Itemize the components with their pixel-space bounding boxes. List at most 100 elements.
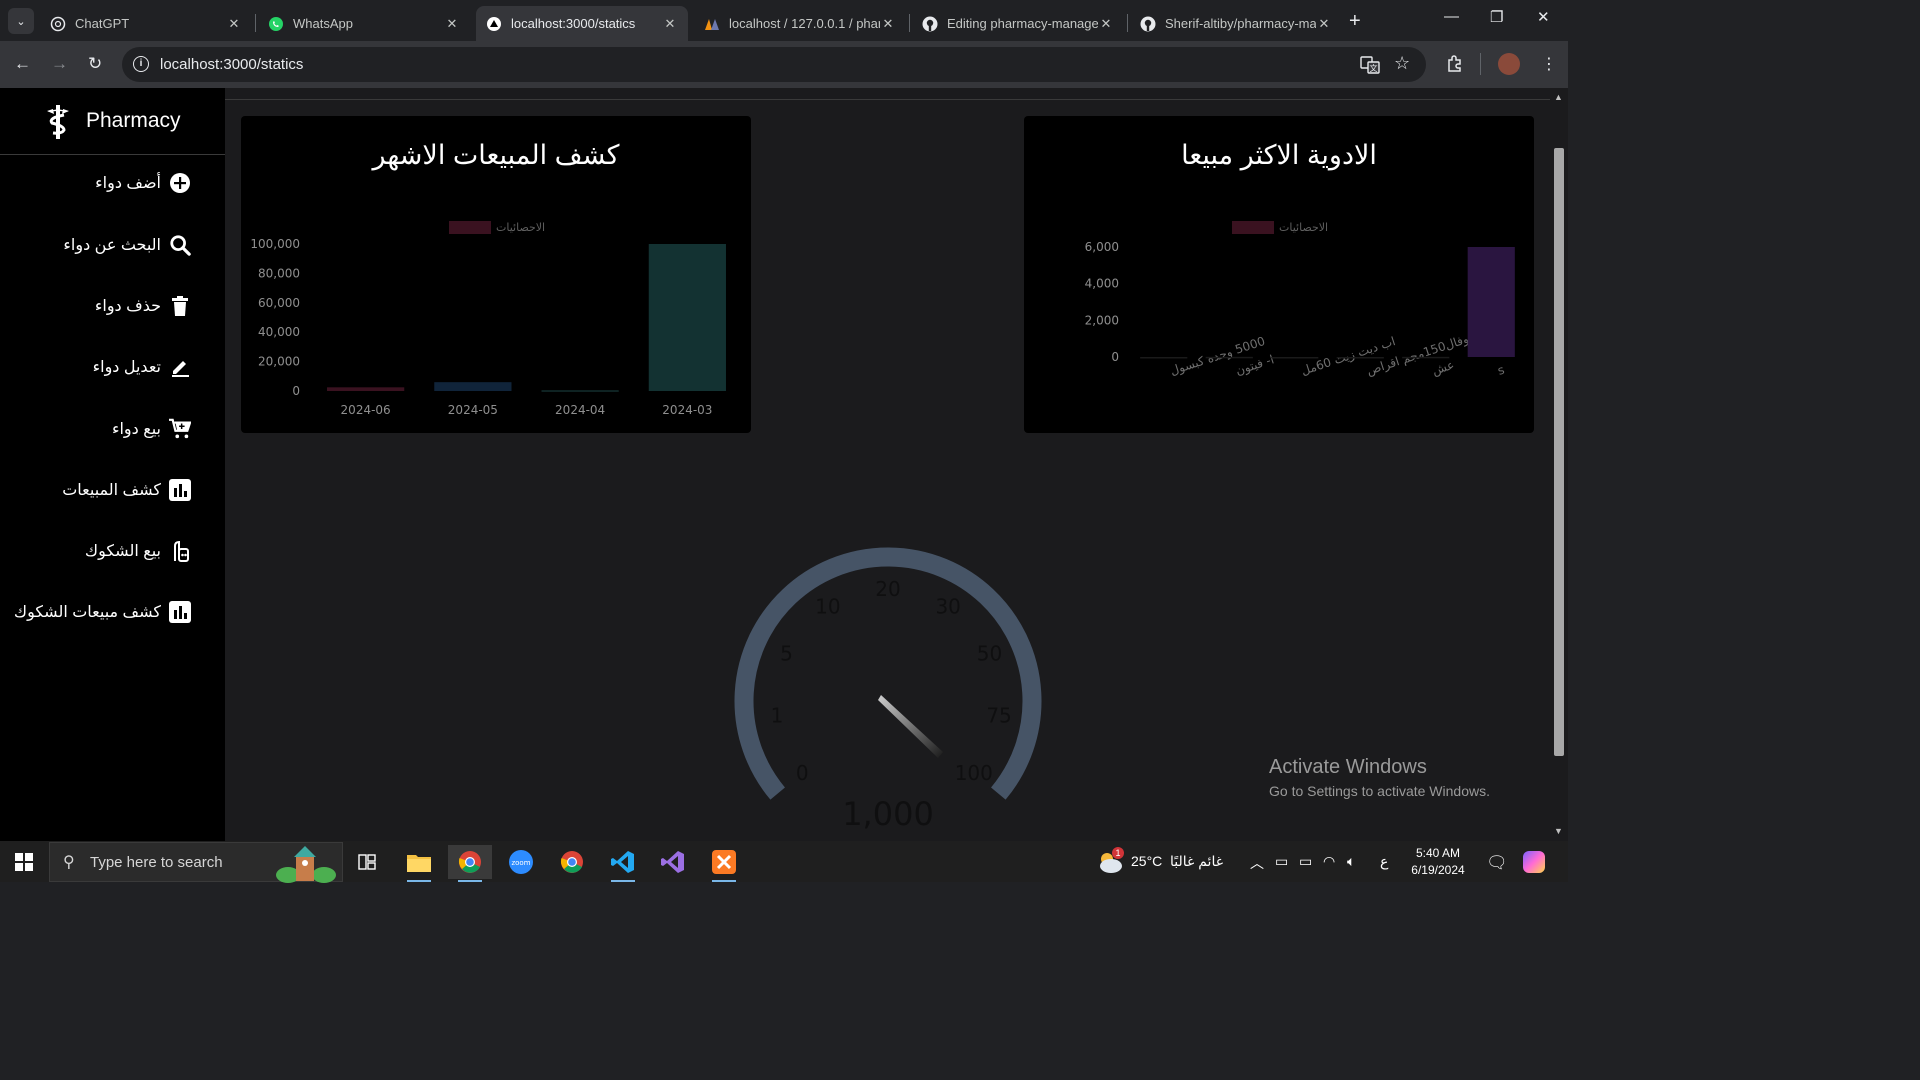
forward-button[interactable]: → bbox=[51, 54, 68, 74]
gauge-needle bbox=[878, 695, 943, 758]
bar[interactable] bbox=[1336, 357, 1384, 359]
search-icon bbox=[169, 234, 191, 256]
chrome-active-icon[interactable] bbox=[448, 845, 492, 882]
close-tab-icon[interactable]: ✕ bbox=[226, 16, 242, 32]
y-tick-label: 40,000 bbox=[258, 325, 300, 339]
bar-chart-icon bbox=[169, 601, 191, 623]
weather-badge: 1 bbox=[1112, 847, 1124, 859]
y-tick-label: 2,000 bbox=[1085, 313, 1119, 327]
bar[interactable] bbox=[1271, 357, 1319, 359]
close-tab-icon[interactable]: ✕ bbox=[444, 16, 460, 32]
bookmark-star-icon[interactable]: ☆ bbox=[1394, 53, 1410, 74]
new-tab-button[interactable]: + bbox=[1349, 10, 1361, 33]
browser-toolbar: ← → ↻ i localhost:3000/statics 文 ☆ ⋮ bbox=[0, 41, 1568, 88]
tab-github-editing[interactable]: Editing pharmacy-manage ✕ bbox=[912, 6, 1124, 41]
gauge-tick-label: 5 bbox=[780, 642, 793, 666]
chart-legend: الاحصائيات bbox=[1232, 221, 1328, 234]
meet-now-icon[interactable]: ▭ bbox=[1275, 853, 1288, 870]
close-window-button[interactable]: ✕ bbox=[1537, 8, 1550, 26]
taskbar-clock[interactable]: 5:40 AM 6/19/2024 bbox=[1405, 845, 1471, 879]
sidebar-item-search-drug[interactable]: البحث عن دواء bbox=[63, 230, 191, 260]
weather-temp[interactable]: 25°C bbox=[1131, 853, 1162, 869]
profile-avatar[interactable] bbox=[1498, 53, 1520, 75]
close-tab-icon[interactable]: ✕ bbox=[880, 16, 896, 32]
scroll-thumb[interactable] bbox=[1554, 148, 1564, 756]
restore-button[interactable]: ❐ bbox=[1490, 8, 1503, 26]
menu-kebab-icon[interactable]: ⋮ bbox=[1541, 54, 1557, 74]
svg-text:zoom: zoom bbox=[511, 859, 530, 867]
bar[interactable] bbox=[1467, 247, 1515, 357]
bar[interactable] bbox=[1402, 356, 1450, 359]
gauge-tick-label: 75 bbox=[986, 704, 1011, 728]
tab-statics[interactable]: localhost:3000/statics ✕ bbox=[476, 6, 688, 41]
bar[interactable] bbox=[1140, 357, 1188, 359]
activate-windows-watermark: Activate Windows Go to Settings to activ… bbox=[1269, 756, 1490, 799]
bar[interactable] bbox=[1205, 356, 1253, 359]
xampp-icon[interactable] bbox=[702, 845, 746, 882]
language-indicator[interactable]: ع bbox=[1380, 853, 1388, 870]
sales-gauge: 0 1 5 10 20 30 50 75 100 1,000 bbox=[734, 547, 1042, 833]
scroll-down-arrow[interactable]: ▼ bbox=[1554, 826, 1563, 836]
bar[interactable] bbox=[541, 390, 619, 392]
reload-button[interactable]: ↻ bbox=[88, 54, 102, 74]
url-text: localhost:3000/statics bbox=[160, 56, 304, 73]
legend-swatch bbox=[449, 221, 491, 234]
tab-github-repo[interactable]: Sherif-altiby/pharmacy-ma ✕ bbox=[1130, 6, 1342, 41]
sidebar-item-add-drug[interactable]: أضف دواء bbox=[95, 168, 191, 198]
back-button[interactable]: ← bbox=[14, 54, 31, 74]
x-tick-label: 2024-05 bbox=[448, 403, 498, 417]
gauge-tick-label: 10 bbox=[815, 595, 840, 619]
weather-description[interactable]: غائم غالبًا bbox=[1170, 853, 1223, 870]
x-tick-label: 2024-04 bbox=[555, 403, 605, 417]
sidebar-item-sell-checks[interactable]: بيع الشكوك bbox=[85, 536, 191, 566]
taskbar-search[interactable]: ⚲ Type here to search bbox=[49, 842, 343, 883]
bar[interactable] bbox=[434, 382, 512, 391]
brand[interactable]: Pharmacy bbox=[0, 88, 225, 155]
minimize-button[interactable]: — bbox=[1444, 8, 1459, 25]
vscode-icon[interactable] bbox=[601, 845, 645, 882]
close-tab-icon[interactable]: ✕ bbox=[662, 16, 678, 32]
address-bar[interactable]: i localhost:3000/statics 文 ☆ bbox=[122, 47, 1426, 82]
volume-icon[interactable]: 🔈︎ bbox=[1347, 853, 1355, 870]
close-tab-icon[interactable]: ✕ bbox=[1316, 16, 1332, 32]
gauge-tick-label: 50 bbox=[977, 642, 1002, 666]
monthly-sales-card: كشف المبيعات الاشهر الاحصائيات 0 20,000 40,… bbox=[241, 116, 751, 433]
close-tab-icon[interactable]: ✕ bbox=[1098, 16, 1114, 32]
chatgpt-icon bbox=[50, 16, 66, 32]
translate-icon[interactable]: 文 bbox=[1360, 55, 1380, 80]
phpmyadmin-icon bbox=[704, 16, 720, 32]
copilot-icon[interactable] bbox=[1523, 851, 1545, 873]
receipt-icon bbox=[169, 540, 191, 562]
task-view-icon[interactable] bbox=[345, 845, 389, 879]
tab-whatsapp[interactable]: WhatsApp ✕ bbox=[258, 6, 470, 41]
sidebar-item-sell-drug[interactable]: بيع دواء bbox=[112, 414, 191, 444]
sidebar-item-delete-drug[interactable]: حذف دواء bbox=[95, 291, 191, 321]
site-info-icon[interactable]: i bbox=[133, 56, 149, 72]
battery-icon[interactable]: ▭ bbox=[1299, 853, 1312, 870]
tab-search-button[interactable]: ⌄ bbox=[8, 8, 34, 34]
extensions-icon[interactable] bbox=[1446, 54, 1464, 77]
visual-studio-icon[interactable] bbox=[651, 845, 695, 879]
weather-icon[interactable]: 1 bbox=[1096, 847, 1124, 881]
sidebar-item-checks-report[interactable]: كشف مبيعات الشكوك bbox=[14, 597, 191, 627]
sidebar-item-edit-drug[interactable]: تعديل دواء bbox=[93, 352, 191, 382]
search-icon: ⚲ bbox=[63, 854, 75, 871]
zoom-icon[interactable]: zoom bbox=[499, 845, 543, 879]
bar[interactable] bbox=[327, 387, 405, 391]
sidebar: Pharmacy أضف دواء البحث عن دواء حذف دواء… bbox=[0, 88, 225, 841]
page-scrollbar[interactable]: ▲ ▼ bbox=[1550, 88, 1568, 841]
windows-taskbar: ⚲ Type here to search zoom 1 25°C غائم غ… bbox=[0, 841, 1568, 883]
notifications-icon[interactable]: 🗨︎ bbox=[1486, 853, 1508, 873]
sidebar-item-sales-report[interactable]: كشف المبيعات bbox=[62, 475, 191, 505]
file-explorer-icon[interactable] bbox=[397, 845, 441, 882]
chrome-icon[interactable] bbox=[550, 845, 594, 879]
wifi-icon[interactable]: ◠ bbox=[1323, 853, 1335, 870]
tab-phpmyadmin[interactable]: localhost / 127.0.0.1 / phar ✕ bbox=[694, 6, 906, 41]
nextjs-icon bbox=[486, 16, 502, 32]
bar[interactable] bbox=[648, 244, 726, 391]
start-button[interactable] bbox=[15, 853, 33, 871]
x-tick-label: عش bbox=[1430, 358, 1456, 379]
show-hidden-icons-chevron-up-icon[interactable]: ︿ bbox=[1250, 853, 1264, 873]
scroll-up-arrow[interactable]: ▲ bbox=[1554, 92, 1563, 102]
tab-chatgpt[interactable]: ChatGPT ✕ bbox=[40, 6, 252, 41]
